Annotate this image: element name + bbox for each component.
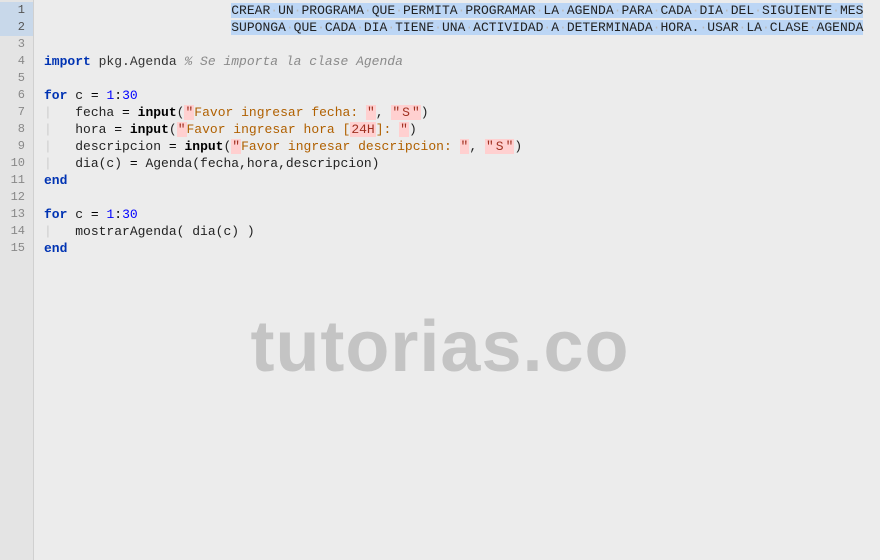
line-number: 4: [0, 53, 33, 70]
line-number: 2: [0, 19, 33, 36]
line-number: 1: [0, 2, 33, 19]
token-selected_ws_text: CREAR·UN·PROGRAMA·QUE·PERMITA·PROGRAMAR·…: [231, 3, 863, 18]
line-number: 15: [0, 240, 33, 257]
code-line[interactable]: for c = 1:30: [44, 87, 880, 104]
token-str-q: ": [505, 139, 515, 154]
token-txt: hora: [75, 122, 114, 137]
line-number: 6: [0, 87, 33, 104]
line-number: 7: [0, 104, 33, 121]
line-number: 9: [0, 138, 33, 155]
code-line[interactable]: end: [44, 240, 880, 257]
code-line[interactable]: | mostrarAgenda( dia(c) ): [44, 223, 880, 240]
token-txt: c: [67, 88, 90, 103]
token-txt: ,: [376, 105, 392, 120]
token-op: =: [130, 156, 138, 171]
token-builtin: input: [184, 139, 223, 154]
token-txt: c: [67, 207, 90, 222]
token-builtin: input: [130, 122, 169, 137]
code-line[interactable]: SUPONGA·QUE·CADA·DIA·TIENE·UNA·ACTIVIDAD…: [44, 19, 880, 36]
code-line[interactable]: end: [44, 172, 880, 189]
token-str: ]:: [376, 122, 399, 137]
line-number: 13: [0, 206, 33, 223]
token-txt: Agenda(fecha,hora,descripcion): [138, 156, 380, 171]
token-str-q: ": [399, 122, 409, 137]
token-txt: (: [169, 122, 177, 137]
code-editor[interactable]: 123456789101112131415 CREAR·UN·PROGRAMA·…: [0, 0, 880, 560]
token-str-lit: S: [401, 105, 411, 120]
token-builtin: input: [138, 105, 177, 120]
code-line[interactable]: [44, 70, 880, 87]
code-line[interactable]: | dia(c) = Agenda(fecha,hora,descripcion…: [44, 155, 880, 172]
token-str-lit: S: [495, 139, 505, 154]
token-txt: [91, 54, 99, 69]
token-selected_ws_text: SUPONGA·QUE·CADA·DIA·TIENE·UNA·ACTIVIDAD…: [231, 20, 863, 35]
token-txt: ): [409, 122, 417, 137]
token-kw: end: [44, 173, 67, 188]
token-str: Favor ingresar hora [: [187, 122, 351, 137]
code-line[interactable]: for c = 1:30: [44, 206, 880, 223]
token-str-q: ": [366, 105, 376, 120]
line-number: 10: [0, 155, 33, 172]
token-str-q: ": [231, 139, 241, 154]
token-txt: mostrarAgenda( dia(c) ): [75, 224, 254, 239]
token-num: 30: [122, 88, 138, 103]
token-op: =: [114, 122, 122, 137]
token-kw: for: [44, 207, 67, 222]
token-txt: fecha: [75, 105, 122, 120]
token-kw: end: [44, 241, 67, 256]
token-num: 30: [122, 207, 138, 222]
code-line[interactable]: CREAR·UN·PROGRAMA·QUE·PERMITA·PROGRAMAR·…: [44, 2, 880, 19]
code-area[interactable]: CREAR·UN·PROGRAMA·QUE·PERMITA·PROGRAMAR·…: [34, 0, 880, 560]
token-str-q: ": [485, 139, 495, 154]
token-txt: ): [514, 139, 522, 154]
token-pkg: pkg.Agenda: [99, 54, 177, 69]
line-number-gutter: 123456789101112131415: [0, 0, 34, 560]
token-str-q: ": [177, 122, 187, 137]
token-str-q: ": [391, 105, 401, 120]
token-str-q: ": [460, 139, 470, 154]
code-line[interactable]: | descripcion = input("Favor ingresar de…: [44, 138, 880, 155]
token-txt: [130, 105, 138, 120]
token-str: Favor ingresar descripcion:: [241, 139, 459, 154]
line-number: 11: [0, 172, 33, 189]
token-str-q: ": [411, 105, 421, 120]
line-number: 8: [0, 121, 33, 138]
token-comment: % Se importa la clase Agenda: [184, 54, 402, 69]
token-op: =: [169, 139, 177, 154]
line-number: 14: [0, 223, 33, 240]
code-line[interactable]: | fecha = input("Favor ingresar fecha: "…: [44, 104, 880, 121]
line-number: 5: [0, 70, 33, 87]
code-line[interactable]: import pkg.Agenda % Se importa la clase …: [44, 53, 880, 70]
token-str: Favor ingresar fecha:: [194, 105, 366, 120]
token-op: =: [122, 105, 130, 120]
token-txt: descripcion: [75, 139, 169, 154]
token-str-lit: 24H: [350, 122, 375, 137]
line-number: 3: [0, 36, 33, 53]
token-op: =: [91, 207, 99, 222]
token-str-q: ": [184, 105, 194, 120]
token-txt: [122, 122, 130, 137]
token-txt: dia(c): [75, 156, 130, 171]
code-line[interactable]: | hora = input("Favor ingresar hora [24H…: [44, 121, 880, 138]
line-number: 12: [0, 189, 33, 206]
token-kw: import: [44, 54, 91, 69]
token-txt: ): [421, 105, 429, 120]
code-line[interactable]: [44, 36, 880, 53]
token-op: :: [114, 88, 122, 103]
token-txt: ,: [469, 139, 485, 154]
token-kw: for: [44, 88, 67, 103]
token-op: :: [114, 207, 122, 222]
token-op: =: [91, 88, 99, 103]
code-line[interactable]: [44, 189, 880, 206]
